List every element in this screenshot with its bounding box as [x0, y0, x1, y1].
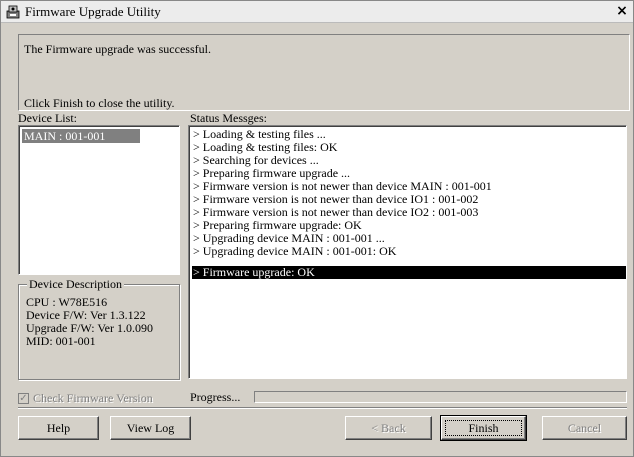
view-log-button-label: View Log [126, 421, 175, 435]
window-title: Firmware Upgrade Utility [25, 3, 161, 19]
progress-bar [254, 391, 627, 403]
view-log-button[interactable]: View Log [110, 416, 191, 440]
instruction-message: Click Finish to close the utility. [24, 96, 175, 110]
finish-button[interactable]: Finish [440, 415, 527, 441]
button-separator [18, 407, 627, 409]
device-list[interactable]: MAIN : 001-001 [18, 125, 180, 275]
cancel-button[interactable]: Cancel [542, 416, 627, 440]
cancel-button-label: Cancel [567, 421, 602, 435]
success-message: The Firmware upgrade was successful. [24, 42, 211, 56]
title-bar[interactable]: Firmware Upgrade Utility × [1, 1, 633, 23]
check-firmware-checkbox[interactable]: ✓ [18, 393, 29, 404]
help-button-label: Help [46, 421, 71, 435]
device-list-item[interactable]: MAIN : 001-001 [22, 129, 140, 143]
status-messages-label: Status Messges: [190, 111, 268, 125]
device-list-label: Device List: [18, 111, 77, 125]
finish-button-label: Finish [468, 421, 499, 435]
check-firmware-label: Check Firmware Version [33, 391, 153, 405]
firmware-app-icon [5, 4, 21, 20]
check-firmware-version[interactable]: ✓ Check Firmware Version [18, 391, 153, 406]
mid-info: MID: 001-001 [26, 334, 96, 348]
back-button[interactable]: < Back [345, 416, 432, 440]
status-line[interactable]: > Upgrading device MAIN : 001-001: OK [192, 245, 626, 258]
status-line-selected[interactable]: > Firmware upgrade: OK [192, 266, 626, 279]
close-icon[interactable]: × [615, 4, 629, 18]
back-button-label: < Back [371, 421, 406, 435]
device-description-title: Device Description [27, 277, 124, 292]
status-messages-list[interactable]: > Loading & testing files ... > Loading … [188, 125, 627, 379]
message-panel: The Firmware upgrade was successful. Cli… [18, 34, 630, 111]
firmware-upgrade-window: Firmware Upgrade Utility × The Firmware … [0, 0, 634, 457]
checkmark-icon: ✓ [19, 393, 28, 404]
progress-label: Progress... [190, 390, 241, 404]
help-button[interactable]: Help [18, 416, 99, 440]
device-description-group: Device Description CPU : W78E516 Device … [18, 277, 180, 380]
